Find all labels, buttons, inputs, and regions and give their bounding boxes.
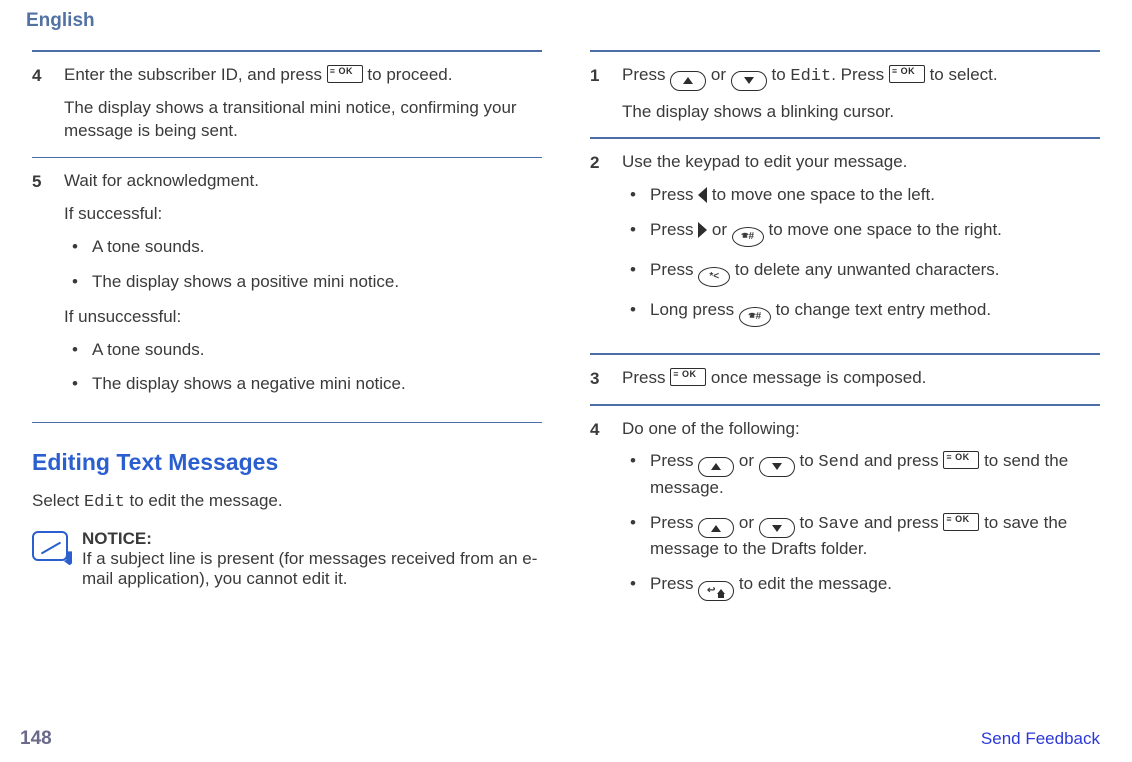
step-2: 2 Use the keypad to edit your message. P… — [590, 139, 1100, 352]
step4r-line1: Do one of the following: — [622, 418, 1100, 441]
notice-body-text: If a subject line is present (for messag… — [82, 549, 542, 589]
edit-literal: Edit — [790, 67, 831, 86]
save-literal: Save — [818, 515, 859, 534]
step1-line1: Press or to Edit. Press to select. — [622, 64, 1100, 91]
step-5: 5 Wait for acknowledgment. If successful… — [32, 158, 542, 423]
text: to — [772, 65, 791, 84]
step3-line: Press once message is composed. — [622, 367, 1100, 390]
down-arrow-icon — [731, 71, 767, 91]
left-arrow-icon — [698, 187, 707, 203]
section-intro: Select Edit to edit the message. — [32, 490, 542, 515]
right-arrow-icon — [698, 222, 707, 238]
right-column: 1 Press or to Edit. Press to select. The… — [590, 50, 1100, 627]
step2-line1: Use the keypad to edit your message. — [622, 151, 1100, 174]
menu-ok-icon — [943, 451, 979, 469]
text: to change text entry method. — [776, 300, 991, 319]
text: and press — [859, 451, 943, 470]
menu-ok-icon — [889, 65, 925, 83]
list-item: Press or to Save and press to save the m… — [622, 512, 1100, 561]
up-arrow-icon — [698, 518, 734, 538]
step-number: 3 — [590, 367, 608, 390]
send-feedback-link[interactable]: Send Feedback — [981, 729, 1100, 749]
page-footer: 148 Send Feedback — [20, 728, 1100, 750]
hash-key-icon: 🕾# — [732, 227, 764, 247]
text: to proceed. — [367, 65, 452, 84]
text: to move one space to the right. — [768, 220, 1001, 239]
text: once message is composed. — [711, 368, 926, 387]
list-item: The display shows a negative mini notice… — [64, 373, 542, 396]
page-number: 148 — [20, 728, 52, 750]
text: Press — [622, 65, 670, 84]
menu-ok-icon — [670, 368, 706, 386]
step-number: 1 — [590, 64, 608, 123]
list-item: Press to move one space to the left. — [622, 184, 1100, 207]
text: . Press — [831, 65, 889, 84]
text: Press — [622, 368, 670, 387]
list-item: Long press 🕾# to change text entry metho… — [622, 299, 1100, 327]
list-item: A tone sounds. — [64, 236, 542, 259]
notice-block: NOTICE: If a subject line is present (fo… — [32, 529, 542, 589]
section-title: Editing Text Messages — [32, 449, 542, 476]
text: or — [711, 65, 731, 84]
step-3: 3 Press once message is composed. — [590, 355, 1100, 404]
edit-literal: Edit — [84, 493, 125, 512]
page-language-header: English — [26, 10, 1100, 32]
step-number: 5 — [32, 170, 50, 409]
step-number: 4 — [590, 418, 608, 614]
text: Press — [650, 185, 698, 204]
text: or — [707, 220, 732, 239]
text: to — [800, 513, 819, 532]
menu-ok-icon — [943, 513, 979, 531]
step5-line1: Wait for acknowledgment. — [64, 170, 542, 193]
list-item: Press ↩ to edit the message. — [622, 573, 1100, 601]
step-1: 1 Press or to Edit. Press to select. The… — [590, 52, 1100, 137]
up-arrow-icon — [698, 457, 734, 477]
text: to select. — [930, 65, 998, 84]
text: to — [800, 451, 819, 470]
menu-ok-icon — [327, 65, 363, 83]
send-literal: Send — [818, 453, 859, 472]
down-arrow-icon — [759, 457, 795, 477]
text: Press — [650, 513, 698, 532]
text: Select — [32, 491, 84, 510]
left-column: 4 Enter the subscriber ID, and press to … — [32, 50, 542, 627]
step4-line2: The display shows a transitional mini no… — [64, 97, 542, 143]
star-key-icon: *< — [698, 267, 730, 287]
text: Press — [650, 451, 698, 470]
notice-icon — [32, 531, 68, 561]
list-item: The display shows a positive mini notice… — [64, 271, 542, 294]
text: to delete any unwanted characters. — [735, 260, 1000, 279]
step1-line2: The display shows a blinking cursor. — [622, 101, 1100, 124]
if-fail-label: If unsuccessful: — [64, 306, 542, 329]
list-item: Press or to Send and press to send the m… — [622, 450, 1100, 499]
list-item: Press *< to delete any unwanted characte… — [622, 259, 1100, 287]
text: to edit the message. — [739, 574, 892, 593]
back-home-icon: ↩ — [698, 581, 734, 601]
hash-key-icon: 🕾# — [739, 307, 771, 327]
step-4: 4 Enter the subscriber ID, and press to … — [32, 52, 542, 157]
notice-title: NOTICE: — [82, 529, 542, 549]
text: or — [739, 513, 759, 532]
text: and press — [859, 513, 943, 532]
step-number: 2 — [590, 151, 608, 338]
up-arrow-icon — [670, 71, 706, 91]
text: Press — [650, 220, 698, 239]
if-success-label: If successful: — [64, 203, 542, 226]
text: Enter the subscriber ID, and press — [64, 65, 327, 84]
down-arrow-icon — [759, 518, 795, 538]
text: or — [739, 451, 759, 470]
text: Press — [650, 260, 698, 279]
text: Press — [650, 574, 698, 593]
text: Long press — [650, 300, 739, 319]
step-number: 4 — [32, 64, 50, 143]
step4-line1: Enter the subscriber ID, and press to pr… — [64, 64, 542, 87]
list-item: A tone sounds. — [64, 339, 542, 362]
step-4r: 4 Do one of the following: Press or to S… — [590, 406, 1100, 628]
text: to move one space to the left. — [707, 185, 935, 204]
list-item: Press or 🕾# to move one space to the rig… — [622, 219, 1100, 247]
text: to edit the message. — [125, 491, 283, 510]
